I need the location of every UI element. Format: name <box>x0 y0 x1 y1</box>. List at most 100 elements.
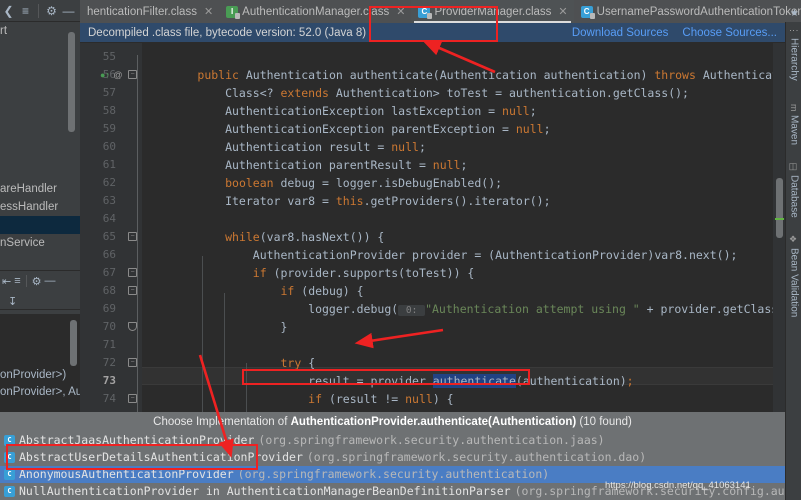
code-fold-open-icon[interactable]: − <box>128 232 137 241</box>
toolbar-row-1: ⇤ ≡ ⚙ — <box>0 271 80 291</box>
back-icon[interactable]: ❮ <box>0 2 17 20</box>
code-token: AuthenticationException lastException = <box>142 104 502 118</box>
tab-username-password-authentication-token[interactable]: C UsernamePasswordAuthenticationToken.cl… <box>574 0 801 23</box>
line-number: 64 <box>80 210 116 228</box>
code-token: if <box>280 284 301 298</box>
usage-row[interactable]: onProvider>, Au <box>0 384 80 401</box>
choose-implementation-popup[interactable]: Choose Implementation of AuthenticationP… <box>0 412 785 500</box>
collapse-icon[interactable]: ≡ <box>17 2 34 20</box>
vertical-scrollbar[interactable] <box>68 32 75 132</box>
close-icon[interactable]: ✕ <box>204 5 213 18</box>
tree-item-n-service[interactable]: nService <box>0 234 80 252</box>
code-fold-open-icon[interactable]: − <box>128 358 137 367</box>
tab-label: ProviderManager.class <box>434 6 551 18</box>
line-number: 62 <box>80 174 116 192</box>
code-fold-open-icon[interactable]: − <box>128 286 137 295</box>
structure-tree-panel[interactable]: rt areHandler essHandler nService <box>0 22 80 240</box>
minimize-icon[interactable]: — <box>45 275 56 287</box>
code-token: null <box>502 104 530 118</box>
close-icon[interactable]: ✕ <box>396 5 405 18</box>
implementation-name: AnonymousAuthenticationProvider <box>19 466 234 483</box>
tab-authentication-manager[interactable]: I AuthenticationManager.class ✕ <box>219 0 411 23</box>
editor-gutter[interactable]: 5556●↑@−575859606162636465−6667−68−69707… <box>80 43 142 412</box>
code-line: Authentication parentResult = null; <box>142 156 467 174</box>
code-token: Authentication parentResult = <box>142 158 433 172</box>
code-token <box>142 284 280 298</box>
tool-button-hierarchy[interactable]: ⋮ Hierarchy <box>786 26 801 81</box>
close-icon[interactable]: ✕ <box>558 5 567 18</box>
list-item[interactable]: C AbstractUserDetailsAuthenticationProvi… <box>0 449 785 466</box>
tree-item-ess-handler[interactable]: essHandler <box>0 198 80 216</box>
tree-item-are-handler[interactable]: areHandler <box>0 180 80 198</box>
code-token: debug = logger.isDebugEnabled(); <box>280 176 502 190</box>
line-number: 65 <box>80 228 116 246</box>
code-token: AuthenticationProvider provider = (Authe… <box>142 248 737 262</box>
tab-label: AuthenticationManager.class <box>242 6 389 18</box>
tree-item-selected[interactable] <box>0 216 80 234</box>
code-line: boolean debug = logger.isDebugEnabled(); <box>142 174 502 192</box>
code-fold-open-icon[interactable]: − <box>128 394 137 403</box>
list-item-selected[interactable]: C AnonymousAuthenticationProvider (org.s… <box>0 466 785 483</box>
code-token: extends <box>280 86 335 100</box>
class-file-icon: C <box>4 469 15 480</box>
implementation-name: AbstractUserDetailsAuthenticationProvide… <box>19 449 303 466</box>
tab-provider-manager[interactable]: C ProviderManager.class ✕ <box>411 0 573 23</box>
code-fold-end-icon[interactable] <box>128 322 137 331</box>
tool-button-database[interactable]: ◫ Database <box>786 162 801 218</box>
tool-button-maven[interactable]: m Maven <box>786 104 801 145</box>
popup-title-prefix: Choose Implementation of <box>153 416 290 428</box>
import-icon[interactable]: ↧ <box>2 295 17 308</box>
class-file-icon: C <box>4 486 15 497</box>
code-token: result = provider. <box>142 374 433 388</box>
minimize-icon[interactable]: — <box>60 2 77 20</box>
code-token: Authentication authenticate(Authenticati… <box>246 68 655 82</box>
line-number: 61 <box>80 156 116 174</box>
code-token: (result != <box>329 392 405 406</box>
code-line: logger.debug( 0: "Authentication attempt… <box>142 300 785 318</box>
usage-row[interactable]: onProvider>) <box>0 367 80 384</box>
code-token <box>142 266 253 280</box>
settings-icon[interactable]: ⚙ <box>43 2 60 20</box>
collapse-all-icon[interactable]: ≡ <box>14 275 20 287</box>
implementation-package: (org.springframework.security.authentica… <box>238 466 550 483</box>
popup-title-target: AuthenticationProvider.authenticate(Auth… <box>291 416 577 428</box>
gear-icon[interactable]: ⚙ <box>32 275 42 288</box>
popup-item-list[interactable]: C AbstractJaasAuthenticationProvider (or… <box>0 432 785 500</box>
code-text[interactable]: public Authentication authenticate(Authe… <box>142 43 762 412</box>
code-line: if (provider.supports(toTest)) { <box>142 264 474 282</box>
code-fold-open-icon[interactable]: − <box>128 70 137 79</box>
line-number: 69 <box>80 300 116 318</box>
code-fold-open-icon[interactable]: − <box>128 268 137 277</box>
code-token: ; <box>461 158 468 172</box>
code-editor[interactable]: 5556●↑@−575859606162636465−6667−68−69707… <box>80 43 785 412</box>
code-token <box>142 68 197 82</box>
error-stripe-bar[interactable] <box>773 43 785 412</box>
list-item[interactable]: C AbstractJaasAuthenticationProvider (or… <box>0 432 785 449</box>
download-sources-link[interactable]: Download Sources <box>572 27 669 39</box>
list-item[interactable]: C NullAuthenticationProvider in Authenti… <box>0 483 785 500</box>
right-tool-window-bar: ★ ⋮ Hierarchy m Maven ◫ Database ❖ Bean … <box>785 22 801 500</box>
code-token: Authentication result = <box>142 140 391 154</box>
tool-button-bean-validation[interactable]: ❖ Bean Validation <box>786 235 801 317</box>
tab-hentication-filter[interactable]: henticationFilter.class ✕ <box>80 0 219 23</box>
code-line: try { <box>142 354 315 372</box>
code-token: ; <box>627 374 634 388</box>
code-line: } <box>142 318 287 336</box>
override-marker-icon[interactable]: ●↑ <box>98 66 112 84</box>
choose-sources-link[interactable]: Choose Sources... <box>682 27 777 39</box>
stripe-marker-ok <box>775 218 784 220</box>
vertical-scrollbar[interactable] <box>70 320 77 366</box>
line-number: 67 <box>80 264 116 282</box>
expand-all-icon[interactable]: ⇤ <box>2 275 11 288</box>
code-token: AuthenticationException parentException … <box>142 122 516 136</box>
annotation-marker-icon[interactable]: @ <box>111 66 125 84</box>
tool-button-label: Hierarchy <box>789 38 800 81</box>
code-line: Class<? extends Authentication> toTest =… <box>142 84 689 102</box>
implementation-package: (org.springframework.security.authentica… <box>258 432 604 449</box>
toolbar-row-2: ↧ <box>0 291 80 311</box>
vertical-scrollbar[interactable] <box>776 178 783 238</box>
database-icon: ◫ <box>789 162 799 172</box>
notification-message: Decompiled .class file, bytecode version… <box>88 27 366 39</box>
code-token: null <box>516 122 544 136</box>
structure-icon[interactable]: ★ <box>788 8 801 20</box>
